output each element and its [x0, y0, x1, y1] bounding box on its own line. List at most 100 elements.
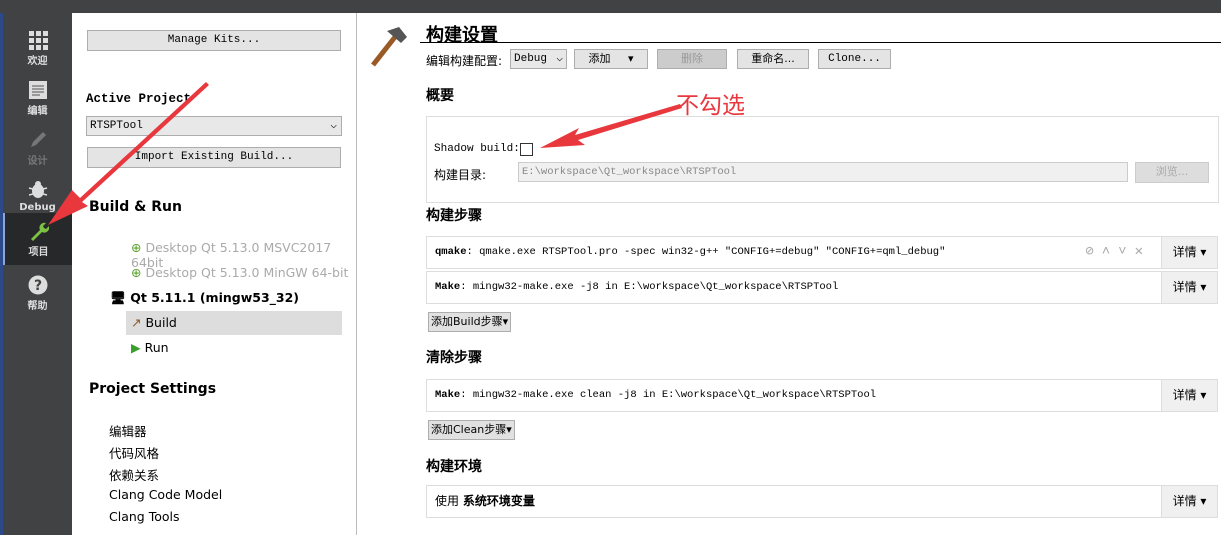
details-label: 详情: [1172, 388, 1197, 402]
details-button[interactable]: 详情 ▾: [1161, 380, 1217, 411]
hammer-icon: [371, 27, 407, 67]
document-icon: [28, 81, 47, 99]
env-name: 系统环境变量: [462, 494, 535, 508]
page-title: 构建设置: [426, 25, 498, 46]
button-label: 添加: [588, 52, 611, 65]
run-label: Run: [144, 340, 169, 355]
project-panel: Manage Kits... Active Project RTSPTool ⌵ …: [72, 13, 357, 535]
step-name: Make: [435, 389, 461, 401]
dropdown-arrow-icon: ▾: [1200, 388, 1207, 402]
shadow-build-checkbox[interactable]: [520, 143, 533, 156]
overview-heading: 概要: [426, 88, 454, 104]
nav-projects[interactable]: 项目: [3, 213, 72, 265]
build-dir-label: 构建目录:: [434, 168, 487, 182]
button-label: 添加Build步骤: [431, 315, 503, 328]
settings-item[interactable]: Clang Code Model: [109, 487, 222, 502]
hammer-icon: ↗: [131, 315, 142, 330]
title-divider: [420, 42, 1221, 43]
add-icon: ⊕: [131, 265, 142, 280]
details-button[interactable]: 详情 ▾: [1161, 272, 1217, 303]
nav-design[interactable]: 设计: [3, 122, 72, 170]
step-command: : mingw32-make.exe clean -j8 in E:\works…: [460, 389, 877, 401]
kit-item[interactable]: ⊕ Desktop Qt 5.13.0 MinGW 64-bit: [131, 265, 348, 280]
use-label: 使用: [435, 494, 460, 508]
move-up-icon[interactable]: ˄: [1102, 244, 1118, 260]
config-select[interactable]: Debug ⌵: [510, 49, 567, 69]
select-value: RTSPTool: [90, 120, 143, 132]
details-button[interactable]: 详情 ▾: [1161, 486, 1217, 517]
monitor-icon: 🖥: [110, 290, 126, 305]
remove-config-button[interactable]: 删除: [657, 49, 727, 69]
build-dir-input[interactable]: E:\workspace\Qt_workspace\RTSPTool: [518, 162, 1128, 182]
settings-item[interactable]: 代码风格: [109, 443, 159, 462]
dropdown-arrow-icon: ▾: [506, 423, 512, 436]
qmake-step[interactable]: qmake: qmake.exe RTSPTool.pro -spec win3…: [426, 236, 1218, 269]
add-config-button[interactable]: 添加 ▾: [574, 49, 648, 69]
nav-label: 帮助: [27, 301, 48, 312]
move-down-icon[interactable]: ˅: [1118, 244, 1134, 260]
clone-config-button[interactable]: Clone...: [818, 49, 891, 69]
details-label: 详情: [1172, 494, 1197, 508]
top-bar: [0, 0, 1221, 13]
dropdown-arrow-icon: ▾: [1200, 280, 1207, 294]
nav-label: 欢迎: [27, 56, 48, 67]
clean-steps-heading: 清除步骤: [426, 350, 482, 366]
grid-icon: [28, 31, 48, 50]
dropdown-arrow-icon: ▾: [1200, 245, 1207, 259]
step-command: : qmake.exe RTSPTool.pro -spec win32-g++…: [466, 246, 946, 258]
nav-label: Debug: [19, 202, 56, 213]
make-step[interactable]: Make: mingw32-make.exe -j8 in E:\workspa…: [426, 271, 1218, 304]
overview-box: Shadow build: 构建目录: E:\workspace\Qt_work…: [426, 116, 1219, 203]
mode-sidebar: 欢迎 编辑 设计 Debug 项目 ? 帮助: [0, 13, 72, 535]
rename-config-button[interactable]: 重命名...: [737, 49, 809, 69]
select-value: Debug: [514, 53, 548, 65]
add-icon: ⊕: [131, 240, 142, 255]
wrench-icon: [30, 222, 49, 241]
build-run-heading: Build & Run: [89, 199, 182, 215]
nav-help[interactable]: ? 帮助: [3, 267, 72, 315]
import-build-button[interactable]: Import Existing Build...: [87, 147, 341, 168]
help-icon: ?: [28, 275, 47, 295]
shadow-build-label: Shadow build:: [434, 143, 520, 155]
kit-label: Desktop Qt 5.13.0 MinGW 64-bit: [145, 265, 349, 280]
build-settings-panel: 构建设置 编辑构建配置: Debug ⌵ 添加 ▾ 删除 重命名... Clone…: [357, 13, 1221, 535]
manage-kits-button[interactable]: Manage Kits...: [87, 30, 341, 51]
step-name: Make: [435, 281, 461, 293]
build-env-row[interactable]: 使用 系统环境变量 详情 ▾: [426, 485, 1218, 518]
svg-text:?: ?: [33, 278, 41, 294]
active-kit[interactable]: 🖥 Qt 5.11.1 (mingw53_32): [110, 290, 299, 306]
build-env-heading: 构建环境: [426, 459, 482, 475]
settings-item[interactable]: 依赖关系: [109, 465, 159, 484]
project-settings-heading: Project Settings: [89, 381, 217, 397]
annotation-text: 不勾选: [676, 93, 745, 119]
kit-label: Qt 5.11.1 (mingw53_32): [130, 290, 299, 305]
chevron-down-icon: ⌵: [330, 120, 337, 132]
build-item[interactable]: ↗ Build: [126, 311, 342, 335]
details-button[interactable]: 详情 ▾: [1161, 237, 1217, 268]
settings-item[interactable]: Clang Tools: [109, 509, 179, 524]
build-label: Build: [145, 315, 177, 330]
dropdown-arrow-icon: ▾: [502, 315, 509, 328]
step-command: : mingw32-make.exe -j8 in E:\workspace\Q…: [460, 281, 839, 293]
browse-button[interactable]: 浏览...: [1135, 162, 1209, 183]
disable-icon[interactable]: ⊘: [1085, 244, 1101, 260]
add-clean-step-button[interactable]: 添加Clean步骤▾: [428, 420, 515, 440]
nav-edit[interactable]: 编辑: [3, 72, 72, 120]
active-project-label: Active Project: [86, 92, 192, 106]
remove-icon[interactable]: ✕: [1135, 244, 1151, 260]
pencil-icon: [30, 132, 46, 147]
dropdown-arrow-icon: ▾: [627, 52, 634, 65]
active-project-select[interactable]: RTSPTool ⌵: [86, 116, 342, 136]
details-label: 详情: [1172, 245, 1197, 259]
step-controls: ⊘˄˅✕: [1085, 237, 1151, 268]
settings-item[interactable]: 编辑器: [109, 421, 147, 440]
add-build-step-button[interactable]: 添加Build步骤▾: [428, 312, 512, 332]
details-label: 详情: [1172, 280, 1197, 294]
nav-label: 设计: [27, 156, 48, 167]
clean-step[interactable]: Make: mingw32-make.exe clean -j8 in E:\w…: [426, 379, 1218, 412]
nav-welcome[interactable]: 欢迎: [3, 22, 72, 70]
bug-icon: [28, 181, 47, 198]
play-icon: ▶: [131, 340, 141, 355]
run-item[interactable]: ▶ Run: [131, 340, 169, 355]
button-label: 添加Clean步骤: [431, 423, 507, 436]
